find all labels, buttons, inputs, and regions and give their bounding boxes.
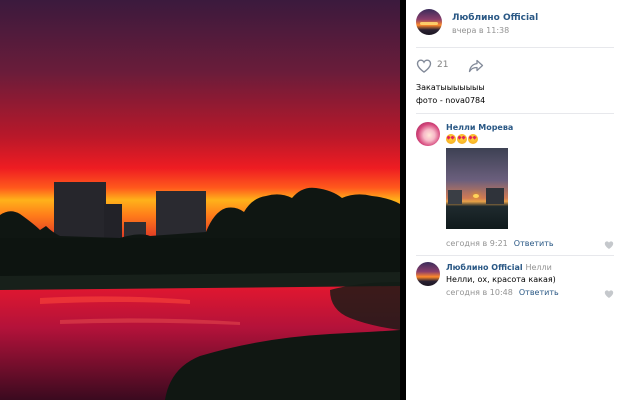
post-actions: 21: [416, 58, 516, 74]
comment: Люблино Official Нелли Нелли, ох, красот…: [416, 262, 614, 302]
share-arrow-icon[interactable]: [468, 59, 484, 73]
heart-eyes-emoji: [468, 134, 478, 144]
heart-icon[interactable]: [416, 58, 432, 74]
heart-icon[interactable]: [604, 289, 614, 299]
commenter-avatar[interactable]: [416, 122, 440, 146]
comment-time[interactable]: сегодня в 9:21: [446, 239, 508, 248]
divider: [416, 113, 614, 114]
comment: Нелли Морева сегодня в 9:21 Ответить: [416, 122, 614, 252]
comment-meta: сегодня в 10:48 Ответить: [446, 288, 559, 297]
post-side-panel: Люблино Official вчера в 11:38 21 Закаты…: [406, 0, 620, 400]
sunset-photo: [0, 0, 400, 400]
post-header: Люблино Official вчера в 11:38: [416, 9, 616, 39]
heart-icon[interactable]: [604, 240, 614, 250]
comment-time[interactable]: сегодня в 10:48: [446, 288, 513, 297]
commenter-name: Люблино Official Нелли: [446, 263, 552, 272]
comment-photo[interactable]: [446, 148, 508, 229]
author-avatar[interactable]: [416, 9, 442, 35]
divider: [416, 255, 614, 256]
post-text: Закатыыыыыыы фото - nova0784: [416, 81, 612, 107]
like-count: 21: [437, 60, 449, 70]
post-text-line: Закатыыыыыыы: [416, 83, 485, 92]
post-text-line: фото - nova0784: [416, 96, 486, 105]
comment-text: Нелли, ох, красота какая): [446, 275, 556, 284]
post-photo[interactable]: [0, 0, 400, 400]
commenter-avatar[interactable]: [416, 262, 440, 286]
comment-emoji-row: [446, 134, 479, 144]
post-time[interactable]: вчера в 11:38: [452, 26, 509, 35]
reply-button[interactable]: Ответить: [519, 288, 559, 297]
comment-meta: сегодня в 9:21 Ответить: [446, 239, 554, 248]
heart-eyes-emoji: [457, 134, 467, 144]
reply-button[interactable]: Ответить: [514, 239, 554, 248]
commenter-name-link[interactable]: Люблино Official: [446, 263, 523, 272]
commenter-name[interactable]: Нелли Морева: [446, 123, 513, 132]
author-name[interactable]: Люблино Official: [452, 13, 538, 23]
reply-to-name[interactable]: Нелли: [525, 263, 551, 272]
heart-eyes-emoji: [446, 134, 456, 144]
divider: [416, 47, 614, 48]
